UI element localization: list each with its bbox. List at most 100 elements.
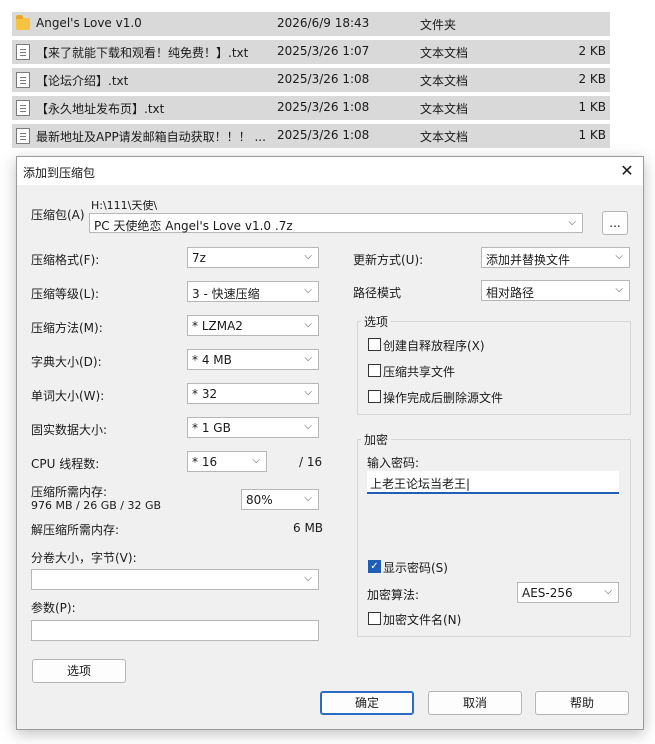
file-date: 2025/3/26 1:08 <box>277 100 370 114</box>
level-value: 3 - 快速压缩 <box>192 287 260 301</box>
encryption-method-value: AES-256 <box>522 586 573 600</box>
chevron-down-icon: ⌵ <box>304 319 312 330</box>
encrypt-names-checkbox[interactable] <box>368 612 381 625</box>
format-label: 压缩格式(F): <box>31 253 100 267</box>
delete-source-checkbox[interactable] <box>368 390 381 403</box>
help-button[interactable]: 帮助 <box>535 691 629 715</box>
method-value: * LZMA2 <box>192 319 243 333</box>
ok-button[interactable]: 确定 <box>320 691 414 715</box>
file-name: 最新地址及APP请发邮箱自动获取！！！ ... <box>36 130 266 144</box>
cpu-threads-select[interactable]: * 16 ⌵ <box>187 451 267 472</box>
archive-path: H:\111\天使\ <box>91 199 158 212</box>
update-mode-select[interactable]: 添加并替换文件 ⌵ <box>481 247 630 268</box>
word-size-label: 单词大小(W): <box>31 389 105 403</box>
word-size-select[interactable]: * 32 ⌵ <box>187 383 319 404</box>
path-mode-value: 相对路径 <box>486 286 535 300</box>
archive-name-value: PC 天使绝恋 Angel's Love v1.0 .7z <box>94 219 293 233</box>
file-type: 文本文档 <box>420 130 469 144</box>
level-select[interactable]: 3 - 快速压缩 ⌵ <box>187 281 319 302</box>
file-row[interactable]: 【论坛介绍】.txt 2025/3/26 1:08 文本文档 2 KB <box>12 68 610 92</box>
format-select[interactable]: 7z ⌵ <box>187 247 319 268</box>
password-label: 输入密码: <box>367 456 420 470</box>
file-size: 1 KB <box>578 100 606 114</box>
dictionary-value: * 4 MB <box>192 353 232 367</box>
file-row[interactable]: Angel's Love v1.0 2026/6/9 18:43 文件夹 <box>12 12 610 36</box>
shared-files-checkbox[interactable] <box>368 364 381 377</box>
password-value: 上老王论坛当老王| <box>370 477 471 491</box>
file-name: 【来了就能下载和观看！纯免费！】.txt <box>36 46 249 60</box>
close-button[interactable]: ✕ <box>615 159 639 183</box>
text-file-icon <box>16 100 30 116</box>
memory-usage-select[interactable]: 80% ⌵ <box>241 489 319 510</box>
chevron-down-icon: ⌵ <box>604 586 612 597</box>
format-value: 7z <box>192 251 206 265</box>
file-size: 1 KB <box>578 128 606 142</box>
sfx-checkbox[interactable] <box>368 338 381 351</box>
encrypt-names-label: 加密文件名(N) <box>383 613 462 627</box>
update-mode-value: 添加并替换文件 <box>486 253 571 267</box>
file-type: 文本文档 <box>420 102 469 116</box>
cpu-threads-label: CPU 线程数: <box>31 457 100 471</box>
folder-icon <box>16 15 30 30</box>
chevron-down-icon: ⌵ <box>615 251 623 262</box>
delete-source-checkbox-label: 操作完成后删除源文件 <box>383 391 504 405</box>
cpu-threads-value: * 16 <box>192 455 218 469</box>
chevron-down-icon: ⌵ <box>304 387 312 398</box>
file-type: 文本文档 <box>420 74 469 88</box>
text-file-icon <box>16 128 30 144</box>
chevron-down-icon: ⌵ <box>615 284 623 295</box>
solid-size-value: * 1 GB <box>192 421 231 435</box>
chevron-down-icon: ⌵ <box>304 573 312 584</box>
file-name: 【论坛介绍】.txt <box>36 74 129 88</box>
archive-label: 压缩包(A) <box>31 208 85 222</box>
encryption-group-title: 加密 <box>361 431 392 448</box>
word-size-value: * 32 <box>192 387 218 401</box>
chevron-down-icon: ⌵ <box>252 455 260 466</box>
browse-button[interactable]: ... <box>602 211 628 235</box>
cancel-button[interactable]: 取消 <box>428 691 522 715</box>
file-row[interactable]: 最新地址及APP请发邮箱自动获取！！！ ... 2025/3/26 1:08 文… <box>12 124 610 148</box>
chevron-down-icon: ⌵ <box>304 493 312 504</box>
show-password-label: 显示密码(S) <box>383 561 448 575</box>
file-size: 2 KB <box>578 72 606 86</box>
file-date: 2025/3/26 1:08 <box>277 128 370 142</box>
solid-size-select[interactable]: * 1 GB ⌵ <box>187 417 319 438</box>
show-password-checkbox[interactable]: ✓ <box>368 560 381 573</box>
memory-label: 压缩所需内存: <box>31 485 108 499</box>
password-input[interactable]: 上老王论坛当老王| <box>367 471 619 494</box>
parameters-label: 参数(P): <box>31 601 76 615</box>
decompress-memory-value: 6 MB <box>293 521 324 535</box>
file-row[interactable]: 【永久地址发布页】.txt 2025/3/26 1:08 文本文档 1 KB <box>12 96 610 120</box>
dialog-title: 添加到压缩包 <box>23 166 96 180</box>
options-button[interactable]: 选项 <box>32 659 126 683</box>
decompress-memory-label: 解压缩所需内存: <box>31 523 120 537</box>
file-date: 2025/3/26 1:08 <box>277 72 370 86</box>
level-label: 压缩等级(L): <box>31 287 100 301</box>
path-mode-label: 路径模式 <box>353 286 402 300</box>
add-to-archive-dialog: 添加到压缩包 ✕ 压缩包(A) H:\111\天使\ PC 天使绝恋 Angel… <box>16 156 644 730</box>
text-file-icon <box>16 72 30 88</box>
file-type: 文本文档 <box>420 46 469 60</box>
encryption-method-select[interactable]: AES-256 ⌵ <box>517 582 619 603</box>
dictionary-select[interactable]: * 4 MB ⌵ <box>187 349 319 370</box>
memory-detail: 976 MB / 26 GB / 32 GB <box>31 499 162 512</box>
parameters-input[interactable] <box>31 620 319 641</box>
file-row[interactable]: 【来了就能下载和观看！纯免费！】.txt 2025/3/26 1:07 文本文档… <box>12 40 610 64</box>
sfx-checkbox-label: 创建自释放程序(X) <box>383 339 485 353</box>
dictionary-label: 字典大小(D): <box>31 355 102 369</box>
chevron-down-icon: ⌵ <box>304 285 312 296</box>
memory-usage-value: 80% <box>246 493 273 507</box>
options-group-title: 选项 <box>361 313 392 330</box>
method-select[interactable]: * LZMA2 ⌵ <box>187 315 319 336</box>
split-size-combo[interactable]: ⌵ <box>31 569 319 590</box>
file-date: 2025/3/26 1:07 <box>277 44 370 58</box>
chevron-down-icon: ⌵ <box>304 421 312 432</box>
cpu-threads-total: / 16 <box>299 455 323 469</box>
method-label: 压缩方法(M): <box>31 321 103 335</box>
file-type: 文件夹 <box>420 18 457 32</box>
encryption-method-label: 加密算法: <box>367 588 420 602</box>
split-size-label: 分卷大小，字节(V): <box>31 551 137 565</box>
file-size: 2 KB <box>578 44 606 58</box>
archive-name-combo[interactable]: PC 天使绝恋 Angel's Love v1.0 .7z ⌵ <box>89 213 583 233</box>
path-mode-select[interactable]: 相对路径 ⌵ <box>481 280 630 301</box>
